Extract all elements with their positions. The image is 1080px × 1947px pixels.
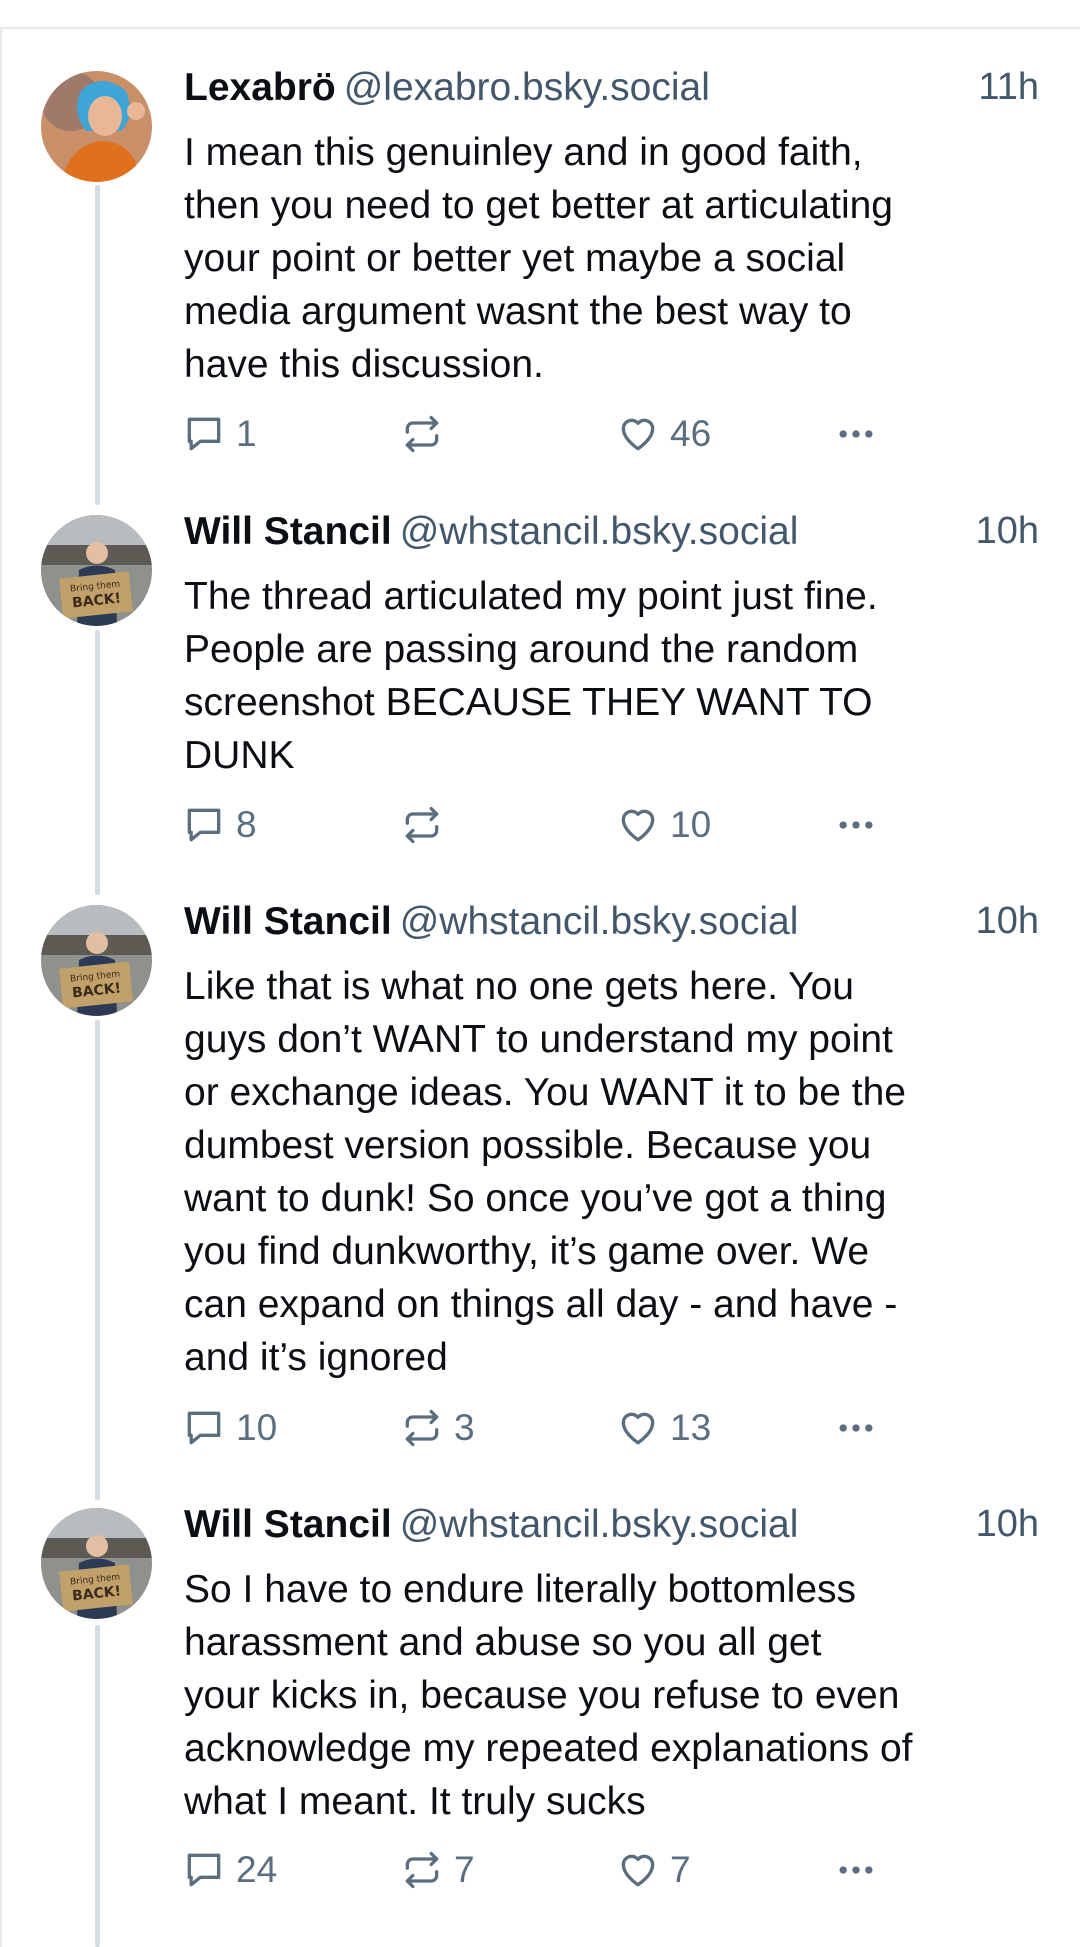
like-button[interactable]: 46 <box>616 409 711 459</box>
more-button[interactable] <box>834 409 888 459</box>
reply-button[interactable]: 8 <box>182 800 257 850</box>
text-line: acknowledge my repeated explanations of <box>184 1727 913 1770</box>
text-line: your kicks in, because you refuse to eve… <box>184 1674 900 1717</box>
text-line: media argument wasnt the best way to <box>184 290 852 333</box>
repost-icon <box>405 806 439 844</box>
text-line: dumbest version possible. Because you <box>184 1124 872 1167</box>
post-text: I mean this genuinley and in good faith,… <box>184 126 1014 391</box>
like-button[interactable]: 7 <box>616 1845 691 1895</box>
thread-connector <box>95 1625 100 1947</box>
author-name[interactable]: Will Stancil <box>184 1503 392 1546</box>
more-button[interactable] <box>834 1845 888 1895</box>
repost-icon <box>405 1409 439 1447</box>
post-header: Will Stancil @whstancil.bsky.social 10h <box>184 510 1039 570</box>
repost-count: 7 <box>454 1849 475 1890</box>
post-time[interactable]: 10h <box>976 1503 1039 1546</box>
like-count: 7 <box>670 1849 691 1890</box>
top-divider <box>0 27 1080 29</box>
text-line: guys don’t WANT to understand my point <box>184 1018 893 1061</box>
more-dots-icon <box>839 430 873 438</box>
author-name[interactable]: Will Stancil <box>184 510 392 553</box>
text-line: what I meant. It truly sucks <box>184 1780 646 1823</box>
text-line: and it’s ignored <box>184 1336 448 1379</box>
post-time[interactable]: 10h <box>976 510 1039 553</box>
heart-icon <box>621 809 655 842</box>
text-line: you find dunkworthy, it’s game over. We <box>184 1230 870 1273</box>
more-button[interactable] <box>834 1403 888 1453</box>
reply-count: 8 <box>236 804 257 845</box>
reply-icon <box>187 1853 221 1887</box>
text-line: The thread articulated my point just fin… <box>184 575 878 618</box>
post-header: Will Stancil @whstancil.bsky.social 10h <box>184 1503 1039 1563</box>
post-text: The thread articulated my point just fin… <box>184 570 1014 782</box>
like-button[interactable]: 10 <box>616 800 711 850</box>
repost-icon <box>405 415 439 453</box>
author-name[interactable]: Lexabrö <box>184 66 336 109</box>
author-name[interactable]: Will Stancil <box>184 900 392 943</box>
post-actions: 1 46 <box>182 409 902 459</box>
author-handle[interactable]: @whstancil.bsky.social <box>400 900 799 943</box>
text-line: can expand on things all day - and have … <box>184 1283 898 1326</box>
heart-icon <box>621 418 655 451</box>
repost-button[interactable] <box>400 409 454 459</box>
text-line: then you need to get better at articulat… <box>184 184 893 227</box>
more-dots-icon <box>839 821 873 829</box>
text-line: DUNK <box>184 734 295 777</box>
text-line: harassment and abuse so you all get <box>184 1621 822 1664</box>
post-header: Will Stancil @whstancil.bsky.social 10h <box>184 900 1039 960</box>
post-text: Like that is what no one gets here. You … <box>184 960 1014 1384</box>
post-actions: 8 10 <box>182 800 902 850</box>
thread-connector <box>95 630 100 895</box>
post-text: So I have to endure literally bottomless… <box>184 1563 1014 1828</box>
post-actions: 10 3 13 <box>182 1403 902 1453</box>
reply-button[interactable]: 24 <box>182 1845 277 1895</box>
more-dots-icon <box>839 1424 873 1432</box>
more-button[interactable] <box>834 800 888 850</box>
repost-count: 3 <box>454 1407 475 1448</box>
avatar[interactable] <box>41 71 152 182</box>
like-count: 13 <box>670 1407 712 1448</box>
repost-icon <box>405 1851 439 1889</box>
like-count: 46 <box>670 413 712 454</box>
more-dots-icon <box>839 1866 873 1874</box>
reply-count: 1 <box>236 413 257 454</box>
thread-connector <box>95 185 100 505</box>
post-time[interactable]: 10h <box>976 900 1039 943</box>
reply-icon <box>187 1411 221 1445</box>
reply-button[interactable]: 10 <box>182 1403 277 1453</box>
heart-icon <box>621 1412 655 1445</box>
avatar[interactable]: Bring them BACK! <box>41 1508 152 1619</box>
author-handle[interactable]: @lexabro.bsky.social <box>344 66 710 109</box>
avatar[interactable]: Bring them BACK! <box>41 905 152 1016</box>
like-count: 10 <box>670 804 712 845</box>
text-line: People are passing around the random <box>184 628 859 671</box>
reply-icon <box>187 808 221 842</box>
post-header: Lexabrö @lexabro.bsky.social 11h <box>184 66 1039 126</box>
reply-count: 24 <box>236 1849 278 1890</box>
author-handle[interactable]: @whstancil.bsky.social <box>400 510 799 553</box>
avatar[interactable]: Bring them BACK! <box>41 515 152 626</box>
repost-button[interactable] <box>400 800 454 850</box>
reply-count: 10 <box>236 1407 278 1448</box>
post-actions: 24 7 7 <box>182 1845 902 1895</box>
thread-connector <box>95 1020 100 1500</box>
text-line: Like that is what no one gets here. You <box>184 965 854 1008</box>
text-line: screenshot BECAUSE THEY WANT TO <box>184 681 873 724</box>
text-line: your point or better yet maybe a social <box>184 237 846 280</box>
text-line: or exchange ideas. You WANT it to be the <box>184 1071 906 1114</box>
repost-button[interactable]: 3 <box>400 1403 475 1453</box>
like-button[interactable]: 13 <box>616 1403 711 1453</box>
repost-button[interactable]: 7 <box>400 1845 475 1895</box>
text-line: have this discussion. <box>184 343 544 386</box>
author-handle[interactable]: @whstancil.bsky.social <box>400 1503 799 1546</box>
heart-icon <box>621 1854 655 1887</box>
text-line: I mean this genuinley and in good faith, <box>184 131 863 174</box>
reply-icon <box>187 417 221 451</box>
text-line: So I have to endure literally bottomless <box>184 1568 857 1611</box>
reply-button[interactable]: 1 <box>182 409 257 459</box>
left-divider <box>0 27 2 1947</box>
text-line: want to dunk! So once you’ve got a thing <box>184 1177 887 1220</box>
post-time[interactable]: 11h <box>978 66 1039 109</box>
